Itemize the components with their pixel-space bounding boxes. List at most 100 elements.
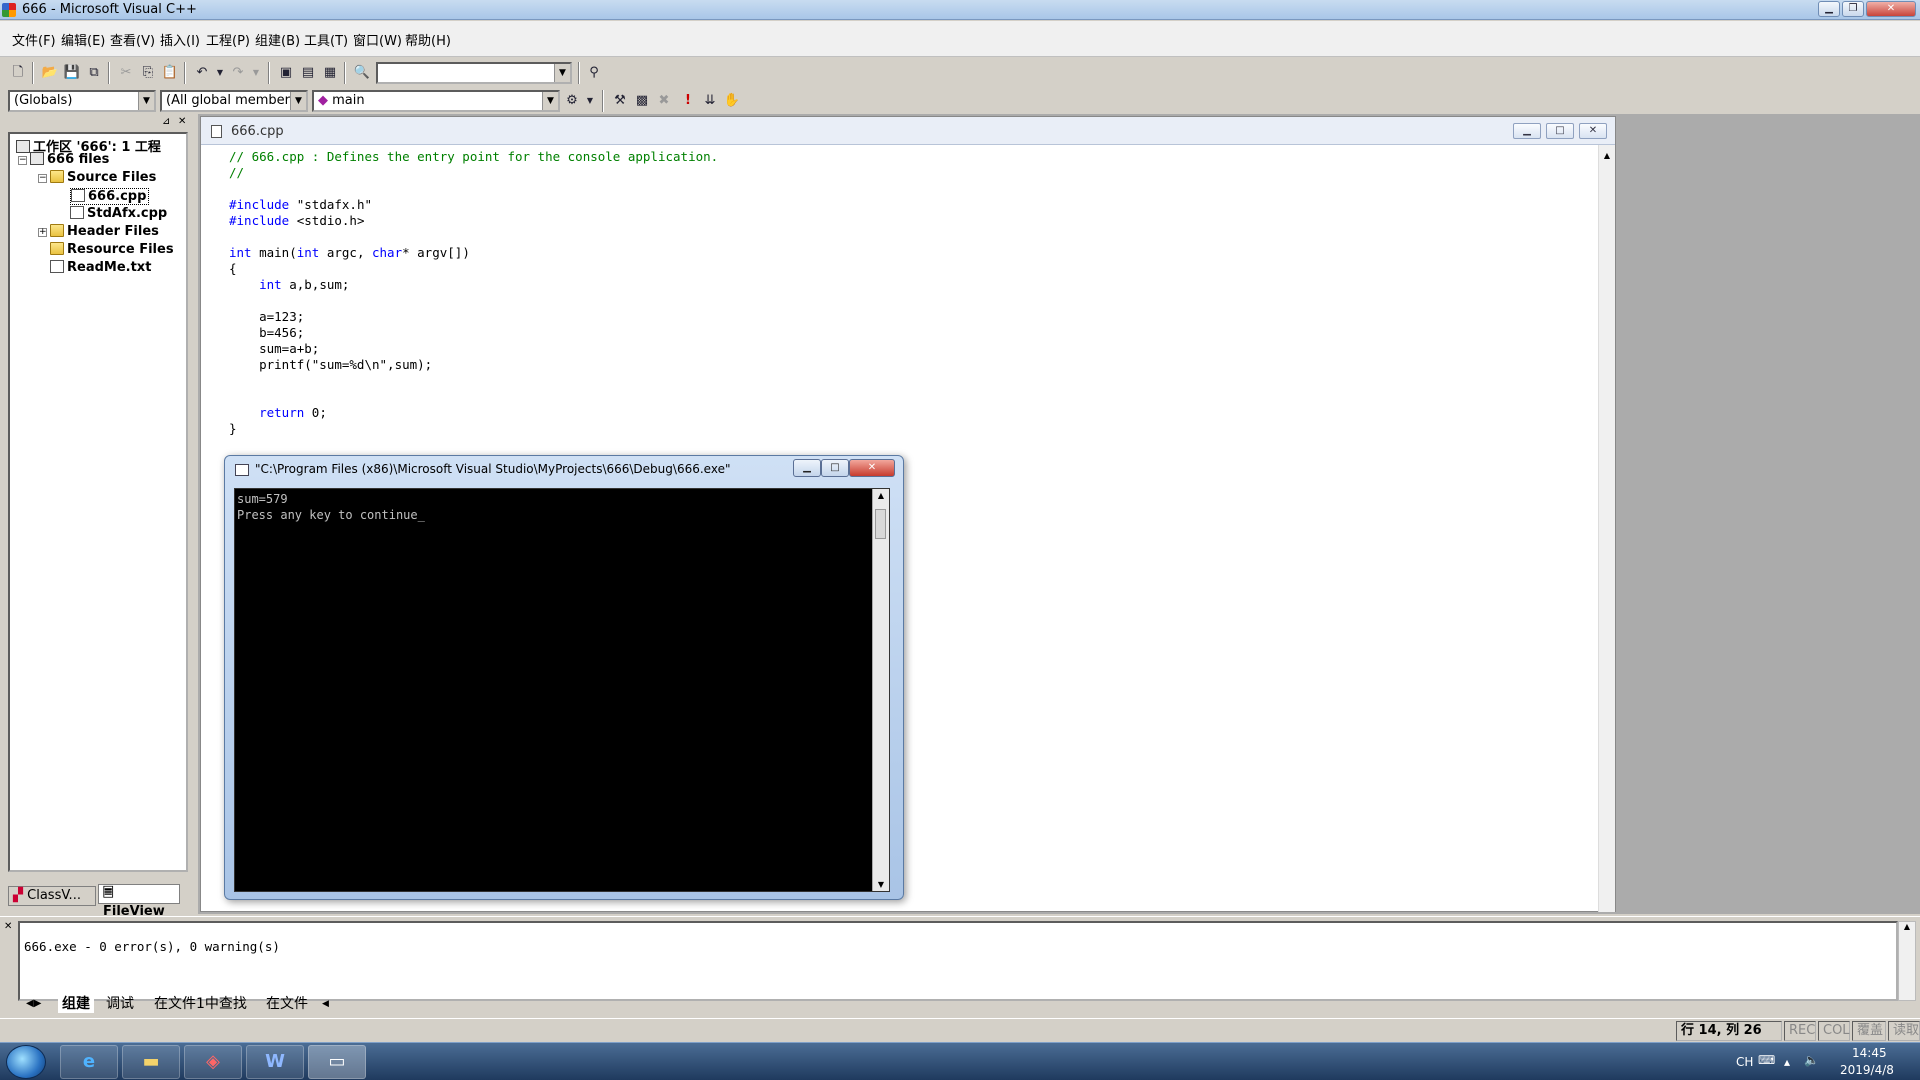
scroll-up-icon[interactable]: ▲	[1599, 151, 1615, 160]
tab-fileview[interactable]: 🗏 FileView	[98, 884, 180, 919]
console-vertical-scrollbar[interactable]: ▲ ▼	[872, 489, 889, 891]
tree-node-readme[interactable]: ReadMe.txt	[50, 260, 151, 275]
tree-node-source-files[interactable]: Source Files	[50, 170, 156, 185]
editor-title: 666.cpp	[231, 124, 284, 139]
function-diamond-icon: ◆	[318, 93, 328, 108]
internet-explorer-icon[interactable]: e	[60, 1045, 118, 1079]
undo-icon[interactable]: ↶	[192, 63, 212, 83]
cut-icon[interactable]: ✂	[116, 63, 136, 83]
tree-node-stdafx-cpp[interactable]: StdAfx.cpp	[70, 206, 167, 221]
open-folder-icon[interactable]: 📂	[40, 63, 60, 83]
tab-scroll-right-icon[interactable]: ◀	[318, 995, 333, 1013]
scroll-down-icon[interactable]: ▼	[873, 880, 889, 889]
scroll-up-icon[interactable]: ▲	[873, 491, 889, 500]
menu-view[interactable]: 查看(V)	[110, 30, 155, 49]
input-language[interactable]: CH	[1736, 1055, 1753, 1069]
clock-date[interactable]: 2019/4/8	[1840, 1063, 1894, 1077]
collapse-icon[interactable]: −	[38, 174, 47, 183]
editor-minimize-button[interactable]: ▁	[1513, 123, 1541, 139]
output-text-area[interactable]: 666.exe - 0 error(s), 0 warning(s)	[18, 921, 1898, 1001]
restore-button[interactable]: ❐	[1842, 1, 1864, 17]
stop-build-icon[interactable]: ✖	[654, 91, 674, 111]
tab-find-in-files-1[interactable]: 在文件1中查找	[150, 995, 251, 1013]
window-list-icon[interactable]: ▦	[320, 63, 340, 83]
clock-time[interactable]: 14:45	[1852, 1046, 1887, 1060]
output-window-icon[interactable]: ▤	[298, 63, 318, 83]
tab-scroll-left-icon[interactable]: ◀▶	[22, 995, 45, 1013]
panel-close-icon[interactable]: ✕	[178, 116, 186, 127]
chevron-down-icon[interactable]: ▼	[138, 92, 154, 110]
paste-icon[interactable]: 📋	[160, 63, 180, 83]
console-task-icon[interactable]: ▭	[308, 1045, 366, 1079]
panel-close-icon[interactable]: ✕	[4, 921, 12, 932]
wizard-action-dropdown-icon[interactable]: ▼	[580, 91, 600, 111]
editor-close-button[interactable]: ✕	[1579, 123, 1607, 139]
scroll-thumb[interactable]	[875, 509, 886, 539]
chevron-down-icon[interactable]: ▼	[290, 92, 306, 110]
volume-icon[interactable]: 🔈	[1804, 1053, 1819, 1067]
function-combo[interactable]: ◆ main ▼	[312, 90, 560, 112]
chevron-down-icon[interactable]: ▼	[542, 92, 558, 110]
console-maximize-button[interactable]: □	[821, 459, 849, 477]
minimize-button[interactable]: ▁	[1818, 1, 1840, 17]
build-icon[interactable]: ▩	[632, 91, 652, 111]
menu-tools[interactable]: 工具(T)	[304, 30, 348, 49]
tree-node-header-files[interactable]: Header Files	[50, 224, 159, 239]
close-button[interactable]: ✕	[1866, 1, 1916, 17]
tree-node-project[interactable]: 666 files	[30, 152, 109, 167]
undo-dropdown-icon[interactable]: ▼	[210, 63, 230, 83]
execute-icon[interactable]: !	[678, 91, 698, 111]
panel-dock-icon[interactable]: ⊿	[162, 116, 170, 127]
menu-edit[interactable]: 编辑(E)	[61, 30, 105, 49]
keyboard-icon[interactable]: ⌨	[1758, 1053, 1775, 1067]
tab-debug[interactable]: 调试	[102, 995, 138, 1013]
find-in-files-icon[interactable]: 🔍	[352, 63, 372, 83]
tab-classview[interactable]: ▞ ClassV...	[8, 886, 96, 906]
tab-find-in-files-2[interactable]: 在文件	[262, 995, 312, 1013]
menu-project[interactable]: 工程(P)	[206, 30, 250, 49]
workspace-window-icon[interactable]: ▣	[276, 63, 296, 83]
menu-help[interactable]: 帮助(H)	[405, 30, 451, 49]
tree-node-resource-files[interactable]: Resource Files	[50, 242, 174, 257]
editor-maximize-button[interactable]: □	[1546, 123, 1574, 139]
copy-icon[interactable]: ⎘	[138, 63, 158, 83]
class-combo[interactable]: (Globals) ▼	[8, 90, 156, 112]
menu-file[interactable]: 文件(F)	[12, 30, 56, 49]
editor-vertical-scrollbar[interactable]: ▲	[1598, 145, 1615, 912]
new-file-icon[interactable]: 🗋	[8, 63, 28, 83]
console-window[interactable]: "C:\Program Files (x86)\Microsoft Visual…	[224, 455, 904, 900]
function-combo-value: main	[332, 93, 365, 108]
console-minimize-button[interactable]: ▁	[793, 459, 821, 477]
visual-cpp-task-icon[interactable]: ◈	[184, 1045, 242, 1079]
redo-icon[interactable]: ↷	[228, 63, 248, 83]
expand-icon[interactable]: +	[38, 228, 47, 237]
chevron-down-icon[interactable]: ▼	[554, 64, 570, 82]
save-all-icon[interactable]: ⧉	[84, 63, 104, 83]
menu-window[interactable]: 窗口(W)	[353, 30, 402, 49]
find-combo[interactable]: ▼	[376, 62, 572, 84]
save-icon[interactable]: 💾	[62, 63, 82, 83]
word-icon[interactable]: W	[246, 1045, 304, 1079]
tree-node-666-cpp[interactable]: 666.cpp	[70, 188, 150, 205]
file-explorer-icon[interactable]: ▬	[122, 1045, 180, 1079]
wizard-action-icon[interactable]: ⚙	[562, 91, 582, 111]
code-area[interactable]: // 666.cpp : Defines the entry point for…	[229, 149, 718, 437]
console-close-button[interactable]: ✕	[849, 459, 895, 477]
code-line: #include "stdafx.h"	[229, 197, 718, 213]
tray-expand-icon[interactable]: ▴	[1784, 1055, 1790, 1069]
tab-build[interactable]: 组建	[58, 995, 94, 1013]
find-binoculars-icon[interactable]: ⚲	[584, 63, 604, 83]
keyword-int: int	[229, 245, 252, 260]
code-line: // 666.cpp : Defines the entry point for…	[229, 149, 719, 164]
redo-dropdown-icon[interactable]: ▼	[246, 63, 266, 83]
compile-icon[interactable]: ⚒	[610, 91, 630, 111]
start-button[interactable]	[6, 1045, 46, 1079]
output-vertical-scrollbar[interactable]: ▲	[1898, 921, 1916, 1001]
collapse-icon[interactable]: −	[18, 156, 27, 165]
menu-insert[interactable]: 插入(I)	[160, 30, 200, 49]
go-debug-icon[interactable]: ⇊	[700, 91, 720, 111]
filter-combo[interactable]: (All global members ▼	[160, 90, 308, 112]
menu-build[interactable]: 组建(B)	[255, 30, 300, 49]
breakpoint-hand-icon[interactable]: ✋	[722, 91, 742, 111]
console-screen[interactable]: sum=579 Press any key to continue_ ▲ ▼	[234, 488, 890, 892]
